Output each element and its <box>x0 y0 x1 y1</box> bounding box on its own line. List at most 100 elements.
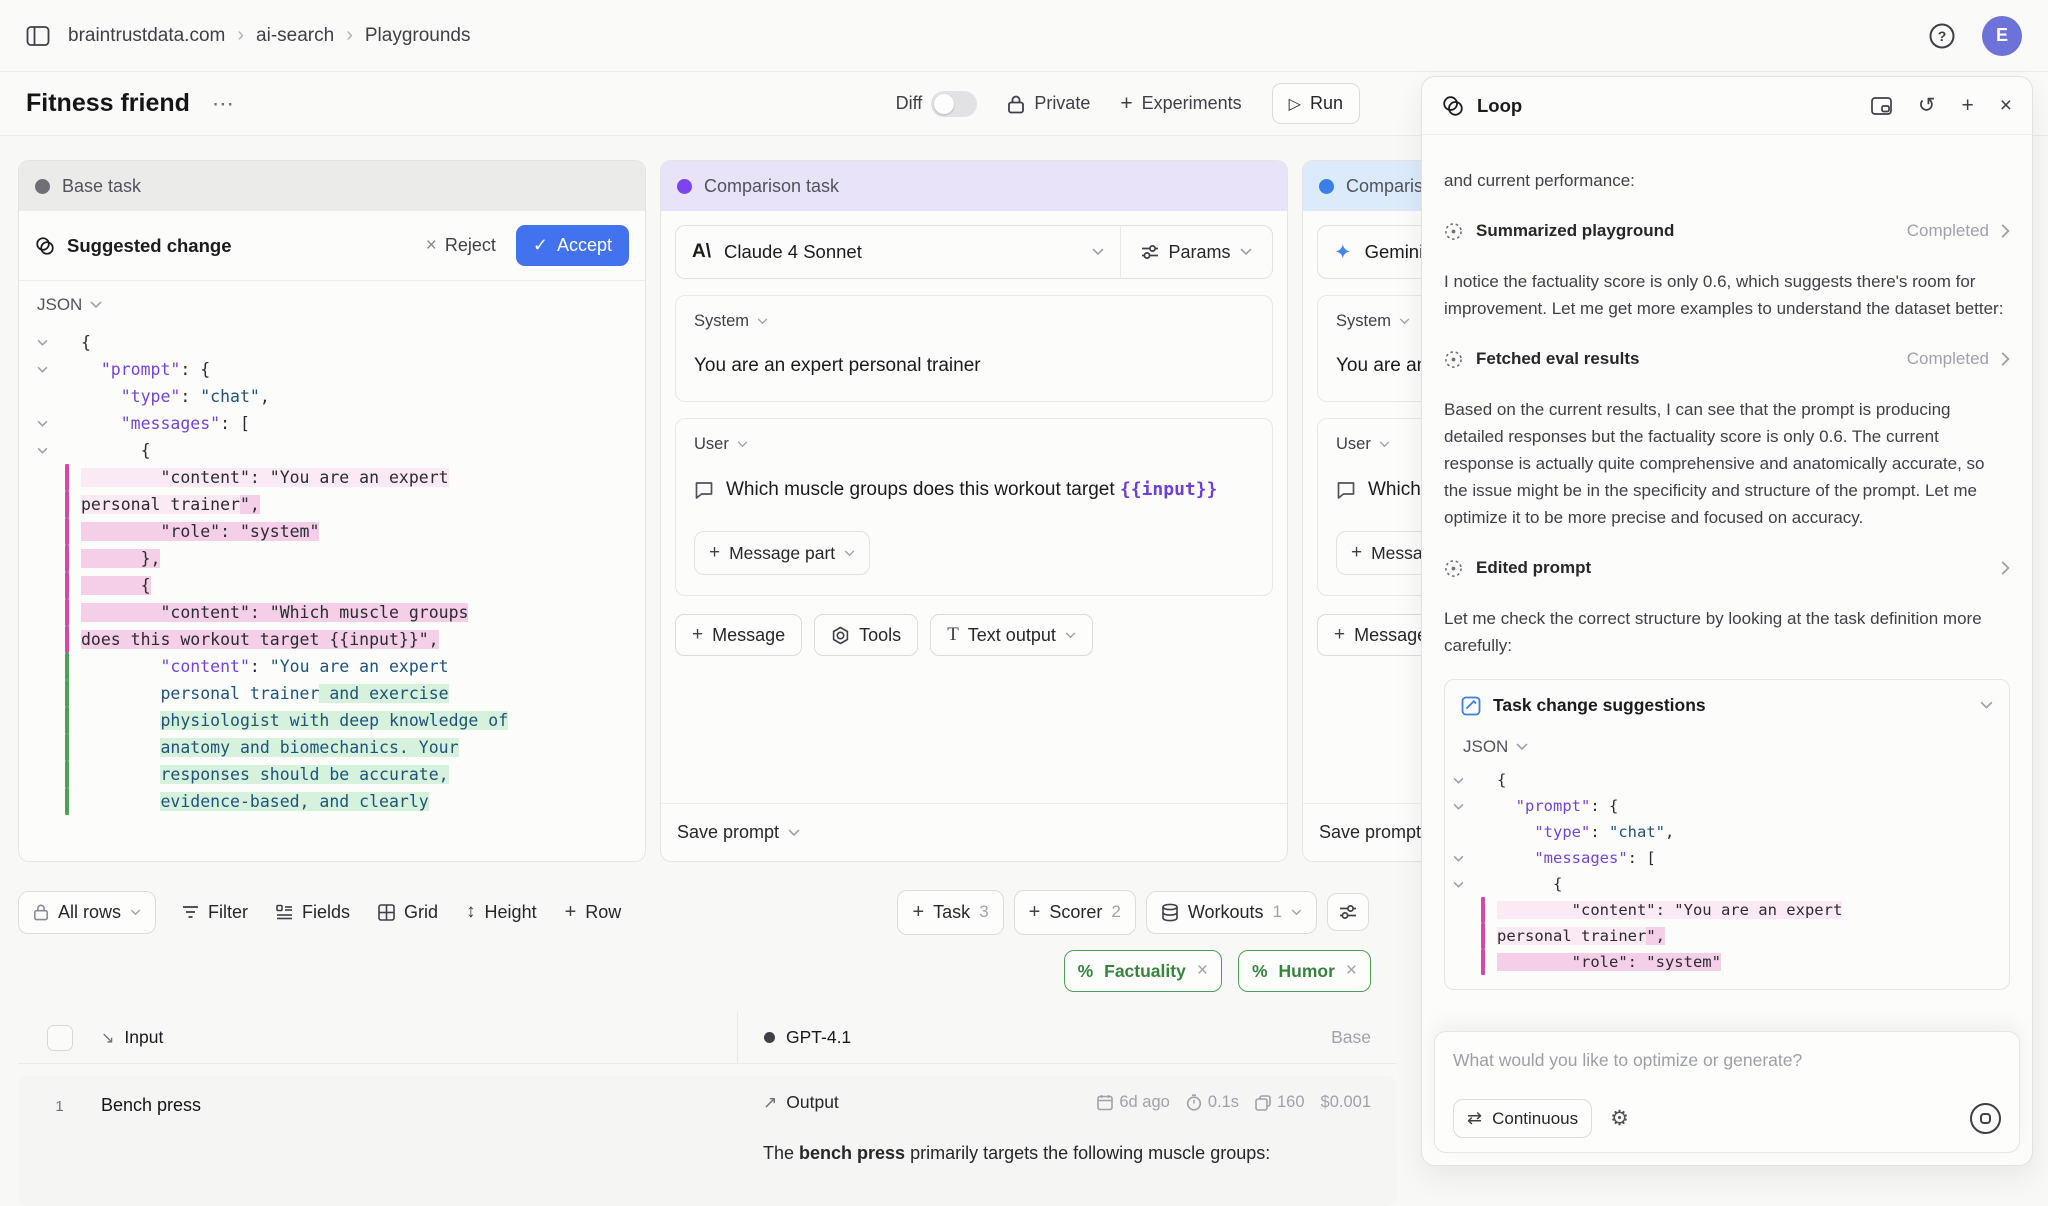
remove-scorer-icon[interactable]: × <box>1346 960 1357 982</box>
suggestions-code[interactable]: { "prompt": { "type": "chat", "messages"… <box>1453 767 1999 975</box>
code-line[interactable]: { <box>37 437 645 464</box>
fold-chevron-icon[interactable] <box>1453 845 1481 871</box>
remove-scorer-icon[interactable]: × <box>1197 960 1208 982</box>
task-change-suggestions-editor[interactable]: JSON { "prompt": { "type": "chat", "mess… <box>1445 731 2009 989</box>
fold-chevron-icon[interactable] <box>1453 793 1481 819</box>
diff-toggle[interactable] <box>931 91 977 117</box>
input-column-header[interactable]: ↘ Input <box>101 1027 737 1048</box>
add-message-part-button[interactable]: + Message part <box>694 531 870 575</box>
code-line[interactable]: "type": "chat", <box>1453 819 1999 845</box>
code-line[interactable]: evidence-based, and clearly <box>37 788 645 815</box>
new-chat-icon[interactable]: + <box>1961 95 1973 116</box>
tools-button[interactable]: Tools <box>814 614 918 656</box>
code-line[interactable]: { <box>37 572 645 599</box>
breadcrumb-org[interactable]: braintrustdata.com <box>68 25 225 47</box>
code-line[interactable]: }, <box>37 545 645 572</box>
stop-button[interactable] <box>1970 1103 2001 1134</box>
row-input-cell[interactable]: Bench press <box>101 1092 737 1190</box>
code-line[interactable]: "content": "You are an expert <box>37 464 645 491</box>
sidebar-toggle-icon[interactable] <box>26 25 50 47</box>
params-button[interactable]: Params <box>1120 226 1272 278</box>
code-line[interactable]: { <box>37 329 645 356</box>
fold-chevron-icon[interactable] <box>37 437 65 464</box>
history-icon[interactable]: ↺ <box>1918 95 1936 116</box>
add-row-button[interactable]: + Row <box>553 892 634 933</box>
grid-settings-button[interactable] <box>1327 893 1369 931</box>
editor-language-select[interactable]: JSON <box>1453 737 1999 757</box>
code-line[interactable]: does this workout target {{input}}", <box>37 626 645 653</box>
loop-prompt-input[interactable] <box>1453 1050 2001 1071</box>
model-select[interactable]: A\ Claude 4 Sonnet <box>676 226 1120 278</box>
dataset-select[interactable]: Workouts 1 <box>1146 891 1317 934</box>
code-line[interactable]: "role": "system" <box>37 518 645 545</box>
height-button[interactable]: ↕ Height <box>454 892 549 932</box>
base-task-editor[interactable]: JSON { "prompt": { "type": "chat", "mess… <box>19 281 645 815</box>
user-message-text[interactable]: Which muscle groups does this workout ta… <box>726 474 1217 505</box>
private-button[interactable]: Private <box>1007 93 1090 114</box>
code-line[interactable]: personal trainer", <box>1453 923 1999 949</box>
row-output-cell[interactable]: ↗ Output 6d ago 0.1s 160 <box>737 1092 1397 1190</box>
accept-button[interactable]: ✓ Accept <box>516 225 629 266</box>
table-row[interactable]: 1 Bench press ↗ Output 6d ago 0.1s <box>18 1076 1397 1206</box>
code-line[interactable]: "role": "system" <box>1453 949 1999 975</box>
code-line[interactable]: "content": "You are an expert <box>1453 897 1999 923</box>
loop-step-row[interactable]: Summarized playgroundCompleted <box>1444 221 2010 241</box>
code-line[interactable]: "messages": [ <box>1453 845 1999 871</box>
fold-chevron-icon[interactable] <box>37 356 65 383</box>
scorer-chip[interactable]: %Humor× <box>1238 950 1371 992</box>
all-rows-filter[interactable]: All rows <box>18 891 156 934</box>
user-message-card[interactable]: User Which muscle groups does this worko… <box>675 418 1273 596</box>
code-line[interactable]: "content": "You are an expert <box>37 653 645 680</box>
close-icon[interactable]: × <box>2000 95 2012 116</box>
run-button[interactable]: ▷ Run <box>1272 83 1360 124</box>
editor-language-select[interactable]: JSON <box>37 295 645 315</box>
breadcrumb-section[interactable]: Playgrounds <box>365 25 471 47</box>
system-message-card[interactable]: System You are an expert personal traine… <box>675 295 1273 402</box>
loop-step-row[interactable]: Edited prompt <box>1444 558 2010 578</box>
code-line[interactable]: "prompt": { <box>37 356 645 383</box>
code-line[interactable]: responses should be accurate, <box>37 761 645 788</box>
breadcrumb-project[interactable]: ai-search <box>256 25 334 47</box>
code-line[interactable]: { <box>1453 871 1999 897</box>
loop-step-row[interactable]: Fetched eval resultsCompleted <box>1444 349 2010 369</box>
add-message-button[interactable]: + Message <box>675 614 802 656</box>
code-line[interactable]: personal trainer", <box>37 491 645 518</box>
fold-chevron-icon[interactable] <box>37 410 65 437</box>
help-icon[interactable]: ? <box>1928 22 1956 50</box>
grid-button[interactable]: Grid <box>366 893 450 932</box>
code-line[interactable]: { <box>1453 767 1999 793</box>
gear-icon[interactable]: ⚙ <box>1610 1106 1629 1131</box>
base-task-code[interactable]: { "prompt": { "type": "chat", "messages"… <box>37 329 645 815</box>
save-prompt-button[interactable]: Save prompt <box>661 803 1287 861</box>
system-message-text[interactable]: You are an expert personal trainer <box>694 351 1254 381</box>
select-all-checkbox[interactable] <box>47 1025 73 1051</box>
text-output-button[interactable]: T Text output <box>930 614 1093 656</box>
code-line[interactable]: "content": "Which muscle groups <box>37 599 645 626</box>
more-options-icon[interactable]: ⋯ <box>212 91 236 117</box>
reject-button[interactable]: × Reject <box>416 227 506 265</box>
filter-button[interactable]: Filter <box>170 893 260 932</box>
add-task-button[interactable]: + Task 3 <box>897 890 1003 935</box>
code-line[interactable]: personal trainer and exercise <box>37 680 645 707</box>
code-line[interactable]: physiologist with deep knowledge of <box>37 707 645 734</box>
system-label-row[interactable]: System <box>694 312 1254 331</box>
code-line[interactable]: anatomy and biomechanics. Your <box>37 734 645 761</box>
code-line[interactable]: "messages": [ <box>37 410 645 437</box>
user-label-row[interactable]: User <box>694 435 1254 454</box>
fold-chevron-icon[interactable] <box>1453 871 1481 897</box>
scorer-chip[interactable]: %Factuality× <box>1064 950 1222 992</box>
code-line[interactable]: "type": "chat", <box>37 383 645 410</box>
avatar[interactable]: E <box>1982 16 2022 56</box>
plus-icon: + <box>1351 542 1362 564</box>
popout-icon[interactable] <box>1871 97 1892 115</box>
fields-button[interactable]: Fields <box>264 893 362 932</box>
fold-chevron-icon[interactable] <box>1453 767 1481 793</box>
task-change-suggestions-header[interactable]: Task change suggestions <box>1445 680 2009 731</box>
lock-icon <box>1007 94 1025 114</box>
model-column-header[interactable]: GPT-4.1 Base <box>737 1012 1397 1063</box>
add-scorer-button[interactable]: + Scorer 2 <box>1014 890 1136 935</box>
experiments-button[interactable]: + Experiments <box>1120 92 1241 116</box>
fold-chevron-icon[interactable] <box>37 329 65 356</box>
code-line[interactable]: "prompt": { <box>1453 793 1999 819</box>
continuous-mode-button[interactable]: ⇄ Continuous <box>1453 1099 1592 1138</box>
